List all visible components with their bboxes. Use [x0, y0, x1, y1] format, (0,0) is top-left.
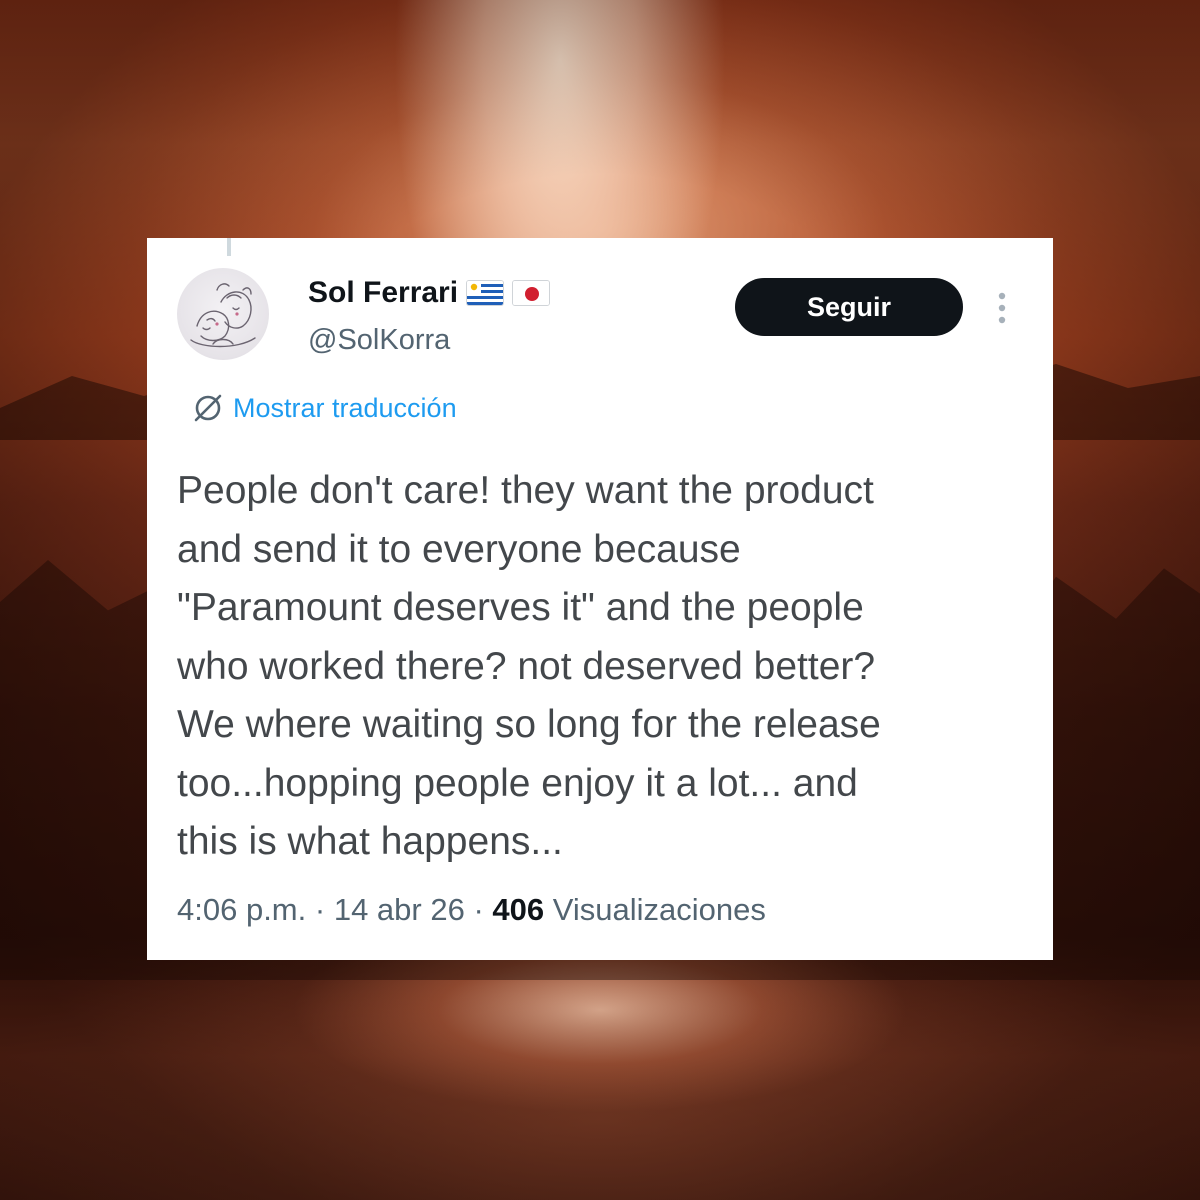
tweet-metadata: 4:06 p.m. · 14 abr 26 · 406 Visualizacio… — [177, 892, 766, 928]
thread-connector-line — [227, 238, 231, 256]
author-display-name[interactable]: Sol Ferrari — [308, 276, 458, 310]
more-options-button[interactable] — [989, 288, 1015, 328]
follow-button[interactable]: Seguir — [735, 278, 963, 336]
more-vertical-icon — [998, 292, 1006, 324]
tweet-card: Sol Ferrari @SolKorra Seguir Mostrar tra… — [147, 238, 1053, 960]
tweet-time[interactable]: 4:06 p.m. — [177, 892, 306, 927]
uruguay-flag-icon — [466, 280, 505, 306]
views-count: 406 — [492, 892, 545, 927]
japan-flag-icon — [512, 280, 551, 306]
show-translation-link[interactable]: Mostrar traducción — [191, 391, 457, 425]
author-handle[interactable]: @SolKorra — [308, 324, 450, 357]
globe-slash-icon — [194, 394, 222, 422]
author-name-row[interactable]: Sol Ferrari — [308, 276, 551, 310]
views-label: Visualizaciones — [552, 892, 766, 927]
avatar-sketch-icon — [190, 283, 256, 348]
show-translation-label[interactable]: Mostrar traducción — [233, 393, 457, 424]
tweet-date[interactable]: 14 abr 26 — [334, 892, 465, 927]
tweet-text: People don't care! they want the product… — [177, 469, 881, 863]
meta-separator: · — [473, 892, 484, 927]
avatar[interactable] — [177, 268, 269, 360]
meta-separator: · — [314, 892, 326, 927]
